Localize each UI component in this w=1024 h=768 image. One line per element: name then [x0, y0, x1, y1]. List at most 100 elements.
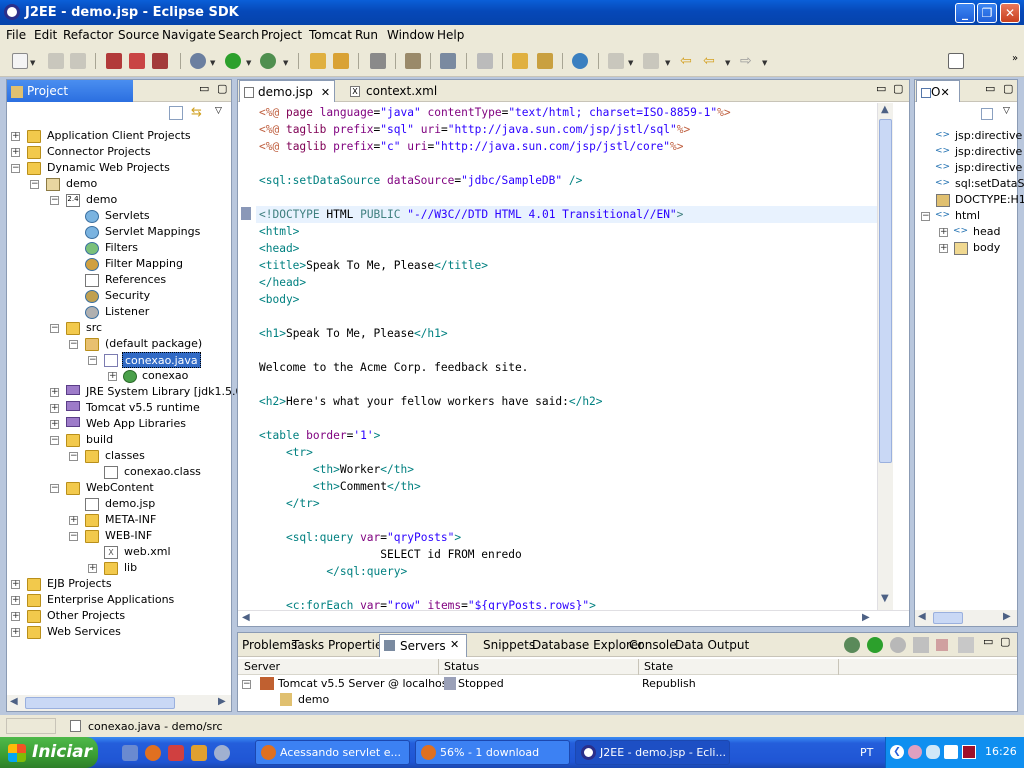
collapse-icon[interactable]: −: [69, 532, 78, 541]
code-line[interactable]: <%@ taglib prefix="c" uri="http://java.s…: [259, 138, 683, 155]
column-status[interactable]: Status: [444, 660, 479, 673]
tree-item[interactable]: demo: [86, 192, 117, 208]
menu-window[interactable]: Window: [387, 28, 434, 42]
close-button[interactable]: ✕: [1000, 3, 1020, 23]
code-line[interactable]: <h1>Speak To Me, Please</h1>: [259, 325, 448, 342]
code-line[interactable]: </tr>: [259, 495, 320, 512]
maximize-view-icon[interactable]: ▢: [1003, 82, 1013, 95]
expand-icon[interactable]: +: [69, 516, 78, 525]
minimize-view-icon[interactable]: ▭: [199, 82, 209, 95]
tab-project-explorer[interactable]: Project Explorer ✕: [7, 80, 133, 120]
outline-item[interactable]: jsp:directive: [955, 160, 1022, 176]
close-tab-icon[interactable]: ✕: [69, 106, 79, 120]
tab-data-output[interactable]: Data Output: [671, 634, 749, 656]
tree-item[interactable]: WEB-INF: [105, 528, 152, 544]
tree-item[interactable]: demo: [66, 176, 97, 192]
horizontal-scrollbar[interactable]: ◀ ▶: [7, 695, 231, 711]
globe-icon[interactable]: [572, 53, 588, 69]
menu-source[interactable]: Source: [118, 28, 159, 42]
maximize-button[interactable]: ❐: [977, 3, 997, 23]
tree-item[interactable]: References: [105, 272, 166, 288]
collapse-icon[interactable]: −: [921, 212, 930, 221]
restart-server-icon[interactable]: [152, 53, 168, 69]
last-edit-icon[interactable]: ⇦: [680, 53, 696, 69]
collapse-icon[interactable]: −: [50, 484, 59, 493]
code-line[interactable]: <%@ taglib prefix="sql" uri="http://java…: [259, 121, 690, 138]
tree-item-selected[interactable]: conexao.java: [122, 352, 201, 368]
code-line[interactable]: <html>: [259, 223, 299, 240]
save-icon[interactable]: [48, 53, 64, 69]
minimize-button[interactable]: _: [955, 3, 975, 23]
tree-item[interactable]: lib: [124, 560, 137, 576]
tree-item[interactable]: (default package): [105, 336, 202, 352]
collapse-icon[interactable]: −: [50, 196, 59, 205]
collapse-all-icon[interactable]: [169, 106, 183, 120]
expand-icon[interactable]: +: [939, 228, 948, 237]
outline-item[interactable]: jsp:directive: [955, 128, 1022, 144]
expand-icon[interactable]: +: [11, 148, 20, 157]
tree-item[interactable]: Listener: [105, 304, 149, 320]
code-line[interactable]: <title>Speak To Me, Please</title>: [259, 257, 488, 274]
tree-item[interactable]: WebContent: [86, 480, 154, 496]
tree-item[interactable]: classes: [105, 448, 145, 464]
tree-item[interactable]: Web App Libraries: [86, 416, 186, 432]
open-folder-icon[interactable]: [512, 53, 528, 69]
code-line[interactable]: <th>Comment</th>: [259, 478, 421, 495]
messenger-icon[interactable]: [926, 745, 940, 759]
outline-item[interactable]: html: [955, 208, 980, 224]
expand-icon[interactable]: +: [11, 580, 20, 589]
code-line[interactable]: <table border='1'>: [259, 427, 380, 444]
outline-horizontal-scrollbar[interactable]: ◀ ▶: [915, 610, 1017, 626]
code-line[interactable]: </head>: [259, 274, 306, 291]
column-state[interactable]: State: [644, 660, 673, 673]
tab-outline[interactable]: O✕: [916, 80, 960, 102]
tab-demo-jsp[interactable]: demo.jsp ✕: [239, 80, 335, 102]
close-tab-icon[interactable]: ✕: [321, 86, 330, 99]
new-ejb-icon[interactable]: [405, 53, 421, 69]
quicklaunch-app-icon[interactable]: [191, 745, 207, 761]
menu-edit[interactable]: Edit: [34, 28, 57, 42]
close-tab-icon[interactable]: ✕: [450, 638, 459, 651]
start-button[interactable]: Iniciar: [0, 737, 98, 768]
table-row[interactable]: − Tomcat v5.5 Server @ localhost Stopped…: [238, 676, 1017, 692]
outline-item[interactable]: body: [973, 240, 1000, 256]
debug-server-icon[interactable]: [844, 637, 860, 653]
collapse-icon[interactable]: −: [69, 452, 78, 461]
tree-item[interactable]: Tomcat v5.5 runtime: [86, 400, 200, 416]
collapse-all-icon[interactable]: [981, 108, 993, 120]
language-indicator[interactable]: PT: [860, 746, 873, 759]
expand-icon[interactable]: +: [11, 628, 20, 637]
tab-servers[interactable]: Servers ✕: [379, 634, 467, 657]
back-icon[interactable]: ⇦: [703, 53, 719, 69]
tab-tasks[interactable]: Tasks: [288, 634, 324, 656]
media-player-icon[interactable]: [214, 745, 230, 761]
antivirus-icon[interactable]: [962, 745, 976, 759]
task-eclipse[interactable]: J2EE - demo.jsp - Ecli...: [575, 740, 730, 765]
code-line[interactable]: <head>: [259, 240, 299, 257]
tab-console[interactable]: Console: [625, 634, 677, 656]
tree-item[interactable]: Enterprise Applications: [47, 592, 174, 608]
server-icon[interactable]: [106, 53, 122, 69]
expand-icon[interactable]: +: [108, 372, 117, 381]
expand-icon[interactable]: +: [11, 612, 20, 621]
column-server[interactable]: Server: [244, 660, 280, 673]
expand-icon[interactable]: +: [11, 132, 20, 141]
outline-item[interactable]: sql:setDataS: [955, 176, 1024, 192]
outline-item[interactable]: jsp:directive: [955, 144, 1022, 160]
tab-snippets[interactable]: Snippets: [479, 634, 535, 656]
outline-item[interactable]: DOCTYPE:H1: [955, 192, 1024, 208]
table-row[interactable]: demo: [238, 692, 1017, 708]
network-icon[interactable]: [944, 745, 958, 759]
collapse-icon[interactable]: −: [242, 680, 251, 689]
code-line[interactable]: <%@ page language="java" contentType="te…: [259, 104, 731, 121]
tree-item[interactable]: Web Services: [47, 624, 121, 640]
menu-run[interactable]: Run: [355, 28, 378, 42]
maximize-editor-icon[interactable]: ▢: [893, 82, 903, 95]
tree-item[interactable]: Security: [105, 288, 150, 304]
forward-icon[interactable]: ⇨: [740, 53, 756, 69]
tree-item[interactable]: build: [86, 432, 113, 448]
tree-item[interactable]: Other Projects: [47, 608, 125, 624]
menu-search[interactable]: Search: [218, 28, 259, 42]
disconnect-icon[interactable]: [958, 637, 974, 653]
collapse-icon[interactable]: −: [30, 180, 39, 189]
